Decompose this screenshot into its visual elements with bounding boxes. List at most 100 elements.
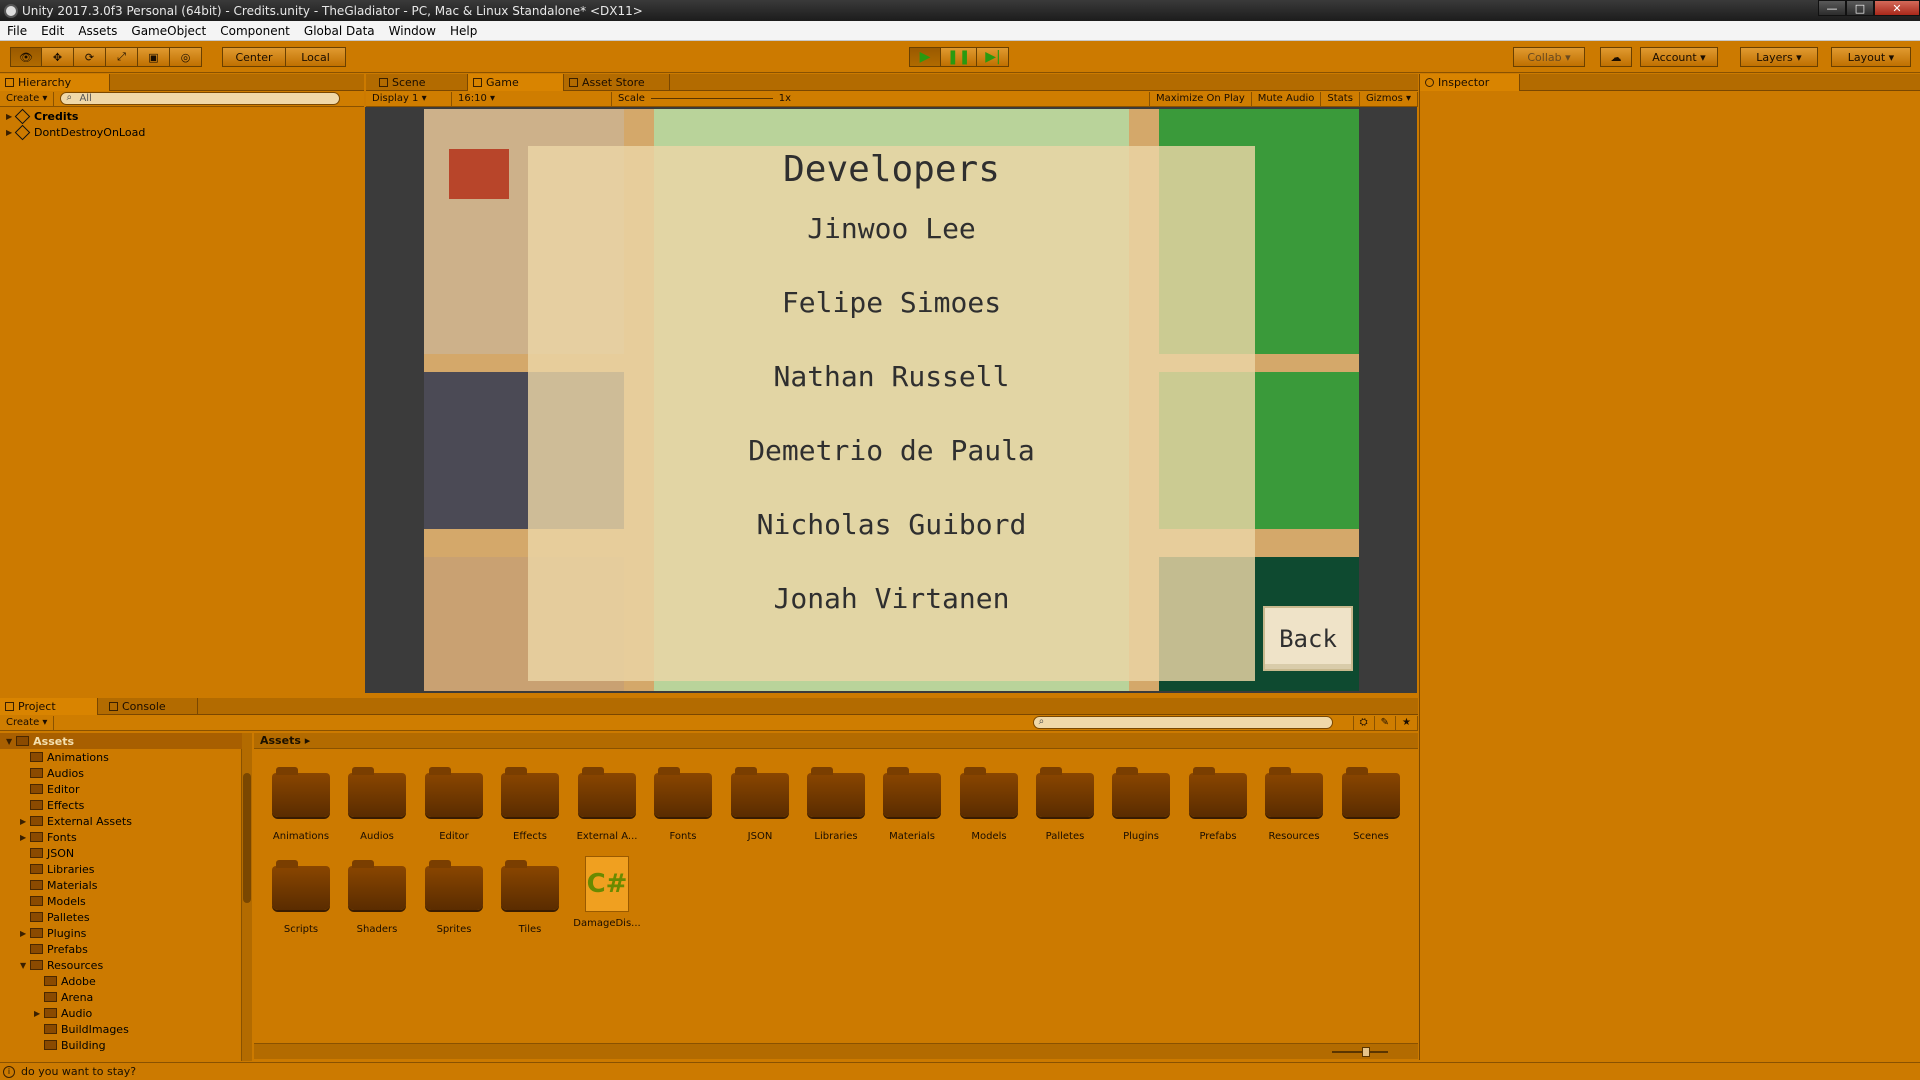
zoom-slider[interactable]: [1332, 1047, 1388, 1057]
tab-scene[interactable]: Scene: [374, 74, 468, 91]
tree-item[interactable]: Fonts: [30, 829, 77, 845]
stats-toggle[interactable]: Stats: [1321, 91, 1360, 106]
tree-item[interactable]: Audio: [44, 1005, 92, 1021]
maximize-button[interactable]: □: [1846, 0, 1874, 16]
expand-arrow-icon[interactable]: ▶: [6, 112, 14, 121]
scrollbar-thumb[interactable]: [243, 773, 251, 903]
collab-button[interactable]: Collab ▾: [1513, 47, 1585, 67]
hierarchy-create-button[interactable]: Create ▾: [0, 91, 55, 106]
asset-folder[interactable]: Palletes: [1029, 767, 1101, 842]
tree-item[interactable]: Plugins: [30, 925, 86, 941]
layout-dropdown[interactable]: Layout ▾: [1831, 47, 1911, 67]
tree-scrollbar[interactable]: [242, 733, 252, 1061]
project-create-button[interactable]: Create ▾: [0, 715, 55, 730]
asset-folder[interactable]: Materials: [876, 767, 948, 842]
asset-folder[interactable]: Scripts: [265, 860, 337, 935]
move-tool-icon[interactable]: ✥: [42, 47, 74, 67]
tree-item[interactable]: Prefabs: [30, 941, 88, 957]
asset-folder[interactable]: Scenes: [1335, 767, 1407, 842]
asset-folder[interactable]: Prefabs: [1182, 767, 1254, 842]
tab-inspector[interactable]: Inspector: [1420, 74, 1520, 91]
expand-arrow-icon[interactable]: ▶: [20, 833, 26, 842]
tab-hierarchy[interactable]: Hierarchy: [0, 74, 110, 91]
menu-gameobject[interactable]: GameObject: [124, 24, 213, 38]
back-button[interactable]: Back: [1263, 606, 1353, 671]
tree-item[interactable]: Materials: [30, 877, 97, 893]
tab-asset-store[interactable]: Asset Store: [564, 74, 670, 91]
tab-project[interactable]: Project: [0, 698, 98, 715]
tree-item[interactable]: External Assets: [30, 813, 132, 829]
asset-folder[interactable]: JSON: [724, 767, 796, 842]
close-button[interactable]: ✕: [1874, 0, 1920, 16]
menu-assets[interactable]: Assets: [71, 24, 124, 38]
panel-divider[interactable]: [1419, 74, 1420, 1060]
tree-item[interactable]: Animations: [30, 749, 109, 765]
asset-folder[interactable]: External A...: [571, 767, 643, 842]
zoom-slider-thumb[interactable]: [1362, 1047, 1370, 1057]
expand-arrow-icon[interactable]: ▶: [20, 929, 26, 938]
gizmos-dropdown[interactable]: Gizmos ▾: [1360, 91, 1418, 106]
tree-item[interactable]: Resources: [30, 957, 103, 973]
pause-icon[interactable]: ❚❚: [941, 47, 978, 67]
rect-tool-icon[interactable]: ▣: [138, 47, 170, 67]
account-dropdown[interactable]: Account ▾: [1640, 47, 1718, 67]
tree-item[interactable]: Building: [44, 1037, 106, 1053]
menu-component[interactable]: Component: [213, 24, 297, 38]
pivot-local-button[interactable]: Local: [286, 47, 346, 67]
asset-folder[interactable]: Models: [953, 767, 1025, 842]
tab-game[interactable]: Game: [468, 74, 564, 91]
menu-global-data[interactable]: Global Data: [297, 24, 382, 38]
tree-item[interactable]: Libraries: [30, 861, 95, 877]
scale-tool-icon[interactable]: ⤢: [106, 47, 138, 67]
filter-label-icon[interactable]: ✎: [1375, 715, 1397, 730]
asset-folder[interactable]: Shaders: [341, 860, 413, 935]
collapse-arrow-icon[interactable]: ▼: [20, 961, 26, 970]
asset-folder[interactable]: Audios: [341, 767, 413, 842]
layers-dropdown[interactable]: Layers ▾: [1740, 47, 1818, 67]
tree-root-assets[interactable]: ▼ Assets: [0, 733, 242, 749]
expand-arrow-icon[interactable]: ▶: [20, 817, 26, 826]
asset-script[interactable]: C# DamageDis...: [571, 856, 643, 929]
asset-folder[interactable]: Effects: [494, 767, 566, 842]
display-dropdown[interactable]: Display 1 ▾: [366, 91, 452, 106]
cloud-icon[interactable]: ☁: [1600, 47, 1632, 67]
tree-item[interactable]: BuildImages: [44, 1021, 129, 1037]
asset-folder[interactable]: Sprites: [418, 860, 490, 935]
asset-folder[interactable]: Fonts: [647, 767, 719, 842]
maximize-on-play-toggle[interactable]: Maximize On Play: [1148, 91, 1252, 106]
tree-item[interactable]: Audios: [30, 765, 84, 781]
scale-track[interactable]: [650, 98, 773, 99]
asset-folder[interactable]: Plugins: [1105, 767, 1177, 842]
asset-folder[interactable]: Editor: [418, 767, 490, 842]
view-tool-eye-icon[interactable]: 👁: [10, 47, 42, 67]
transform-tool-icon[interactable]: ◎: [170, 47, 202, 67]
step-icon[interactable]: ▶|: [977, 47, 1010, 67]
asset-folder[interactable]: Animations: [265, 767, 337, 842]
rotate-tool-icon[interactable]: ⟳: [74, 47, 106, 67]
filter-type-icon[interactable]: ⛭: [1352, 715, 1375, 730]
asset-folder[interactable]: Libraries: [800, 767, 872, 842]
favorite-star-icon[interactable]: ★: [1396, 715, 1418, 730]
asset-folder[interactable]: Tiles: [494, 860, 566, 935]
tab-console[interactable]: Console: [104, 698, 198, 715]
project-search-input[interactable]: [1032, 716, 1333, 729]
minimize-button[interactable]: —: [1818, 0, 1846, 16]
tree-item[interactable]: Adobe: [44, 973, 96, 989]
menu-window[interactable]: Window: [382, 24, 443, 38]
expand-arrow-icon[interactable]: ▶: [6, 128, 14, 137]
tree-item[interactable]: Effects: [30, 797, 84, 813]
mute-audio-toggle[interactable]: Mute Audio: [1252, 91, 1322, 106]
menu-help[interactable]: Help: [443, 24, 484, 38]
hierarchy-item-dontdestroyonload[interactable]: ▶ DontDestroyOnLoad: [0, 124, 364, 140]
hierarchy-item-credits[interactable]: ▶ Credits: [0, 108, 364, 124]
aspect-dropdown[interactable]: 16:10 ▾: [452, 91, 612, 106]
scale-slider[interactable]: Scale 1x: [612, 92, 797, 106]
hierarchy-search-input[interactable]: All: [60, 92, 341, 105]
tree-item[interactable]: JSON: [30, 845, 74, 861]
tree-item[interactable]: Palletes: [30, 909, 90, 925]
play-icon[interactable]: ▶: [909, 47, 941, 67]
breadcrumb-assets[interactable]: Assets: [260, 734, 301, 747]
collapse-arrow-icon[interactable]: ▼: [6, 737, 12, 746]
pivot-center-button[interactable]: Center: [222, 47, 286, 67]
menu-edit[interactable]: Edit: [34, 24, 71, 38]
